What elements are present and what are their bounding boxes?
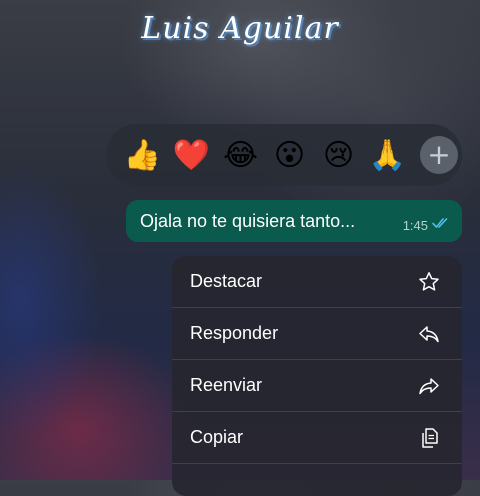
red-heart-reaction[interactable]: ❤️ [167,131,216,180]
reaction-bar: 👍 ❤️ 😂 😮 😢 🙏 + [106,124,462,186]
folded-hands-reaction[interactable]: 🙏 [363,131,412,180]
open-mouth-reaction[interactable]: 😮 [265,131,314,180]
menu-item-reenviar[interactable]: Reenviar [172,360,462,412]
menu-item-destacar[interactable]: Destacar [172,256,462,308]
menu-item-label: Reenviar [190,375,263,395]
menu-item-copiar[interactable]: Copiar [172,412,462,464]
message-text: Ojala no te quisiera tanto... [140,210,356,231]
contact-name-title: Luis Aguilar [141,10,339,46]
message-bubble[interactable]: Ojala no te quisiera tanto... 1:45 [126,200,462,242]
crying-face-reaction[interactable]: 😢 [314,131,363,180]
add-reaction-button[interactable]: + [420,136,458,174]
message-time: 1:45 [402,217,428,233]
star-icon [416,269,442,295]
copy-icon [416,425,442,451]
menu-item-label: Destacar [190,271,263,291]
thumbs-up-reaction[interactable]: 👍 [118,131,167,180]
reply-icon [416,321,442,347]
read-receipt-icon [432,216,450,234]
menu-item-label: Responder [190,323,279,343]
forward-icon [416,373,442,399]
tears-of-joy-reaction[interactable]: 😂 [216,131,265,180]
message-context-menu: Destacar Responder Reenviar Copiar [172,256,462,496]
menu-item-responder[interactable]: Responder [172,308,462,360]
menu-item-label: Copiar [190,427,244,447]
